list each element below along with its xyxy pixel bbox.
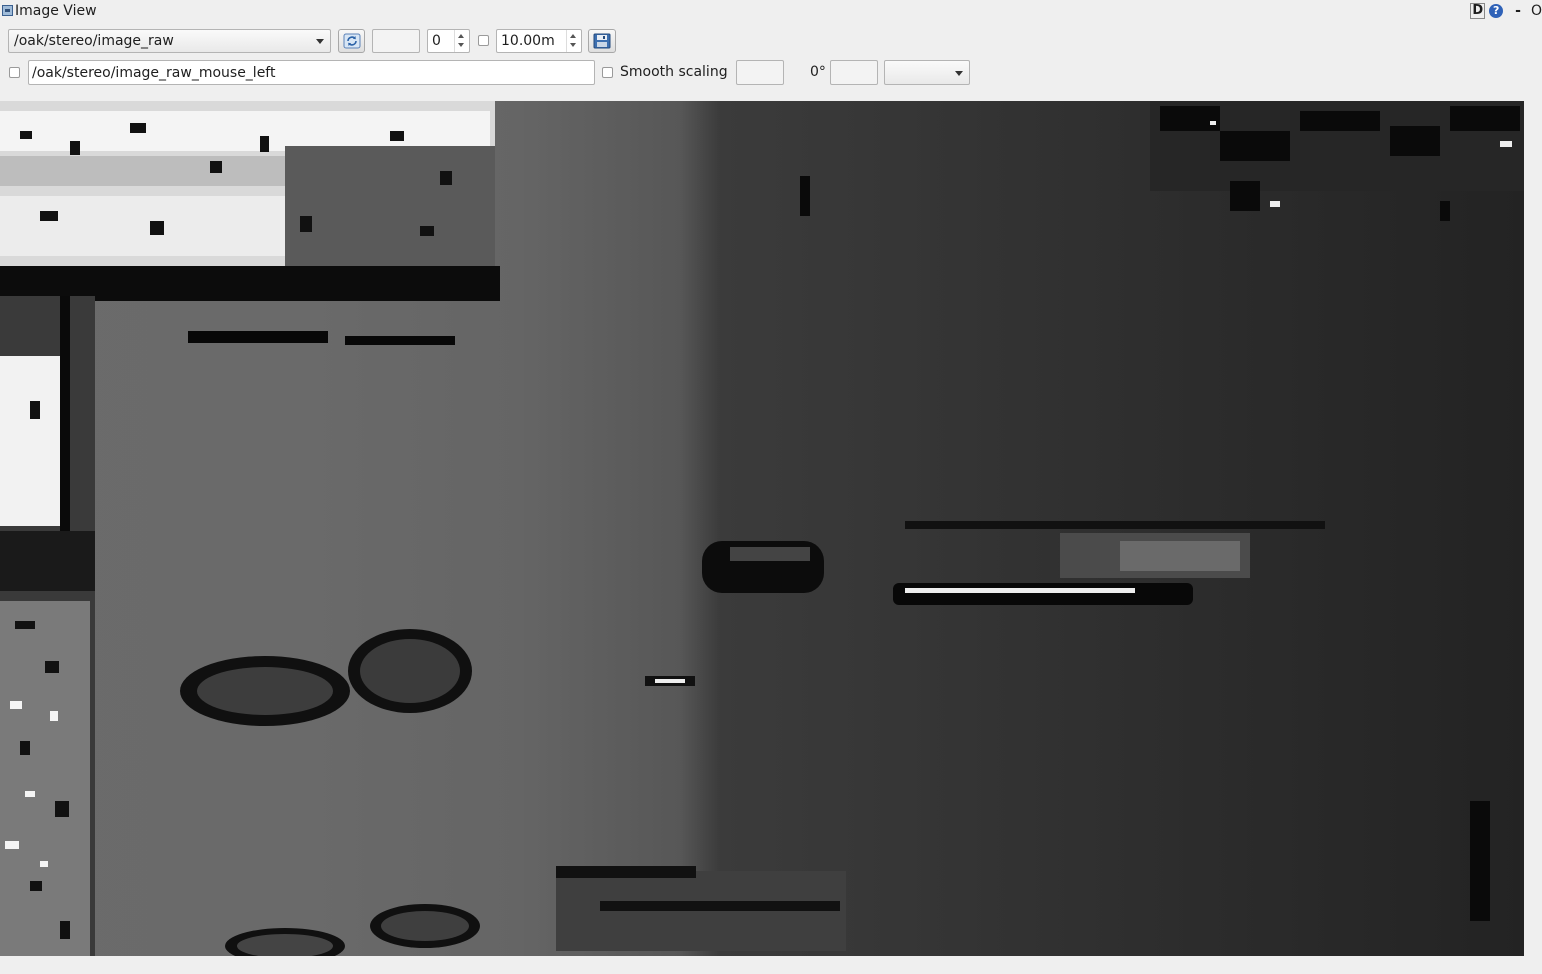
dock-button[interactable]: D	[1470, 3, 1486, 19]
chevron-down-icon	[316, 39, 324, 44]
mouse-topic-input[interactable]: /oak/stereo/image_raw_mouse_left	[28, 60, 595, 85]
mouse-topic-value: /oak/stereo/image_raw_mouse_left	[32, 65, 276, 81]
max-depth-value: 10.00m	[501, 33, 555, 49]
app-icon	[2, 5, 13, 16]
depth-image-view[interactable]	[0, 101, 1524, 956]
title-bar: Image View D ? - O	[0, 0, 1542, 24]
help-icon[interactable]: ?	[1489, 4, 1504, 18]
rotation-label: 0°	[810, 64, 826, 80]
topic-value: /oak/stereo/image_raw	[14, 33, 174, 49]
smooth-scaling-checkbox[interactable]	[602, 67, 613, 78]
depth-image	[0, 101, 1524, 956]
max-depth-checkbox[interactable]	[478, 35, 489, 46]
color-scheme-combo[interactable]	[884, 60, 970, 85]
publish-mouse-checkbox[interactable]	[9, 67, 20, 78]
spin-arrows[interactable]	[454, 30, 469, 52]
spin-up-icon	[458, 34, 464, 38]
smooth-scaling-label: Smooth scaling	[620, 64, 728, 80]
spin-down-icon	[570, 43, 576, 47]
refresh-icon	[343, 33, 361, 49]
save-image-button[interactable]	[588, 29, 616, 53]
refresh-button[interactable]	[338, 29, 365, 53]
min-depth-spinbox[interactable]: 0	[427, 29, 470, 53]
rotate-right-button[interactable]	[830, 60, 878, 85]
spin-up-icon	[570, 34, 576, 38]
spin-arrows[interactable]	[566, 30, 581, 52]
topic-combo[interactable]: /oak/stereo/image_raw	[8, 29, 331, 53]
close-button[interactable]: O	[1531, 3, 1542, 19]
min-depth-value: 0	[432, 33, 441, 49]
rotate-left-button[interactable]	[736, 60, 784, 85]
window-title: Image View	[15, 3, 97, 19]
spin-down-icon	[458, 43, 464, 47]
save-icon	[593, 33, 611, 49]
title-bar-controls: D ? - O	[1470, 3, 1542, 19]
minimize-button[interactable]: -	[1515, 3, 1521, 19]
max-depth-spinbox[interactable]: 10.00m	[496, 29, 582, 53]
chevron-down-icon	[955, 71, 963, 76]
zoom-field[interactable]	[372, 29, 420, 53]
